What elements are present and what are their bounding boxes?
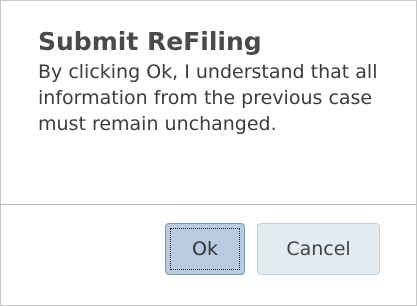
- ok-button[interactable]: Ok: [165, 223, 245, 275]
- cancel-button-label: Cancel: [286, 238, 351, 260]
- ok-button-label: Ok: [192, 238, 218, 260]
- footer-divider: [1, 204, 416, 205]
- confirm-dialog: Submit ReFiling By clicking Ok, I unders…: [0, 0, 417, 306]
- dialog-title: Submit ReFiling: [38, 27, 262, 56]
- dialog-message: By clicking Ok, I understand that all in…: [38, 61, 378, 135]
- cancel-button[interactable]: Cancel: [257, 223, 380, 275]
